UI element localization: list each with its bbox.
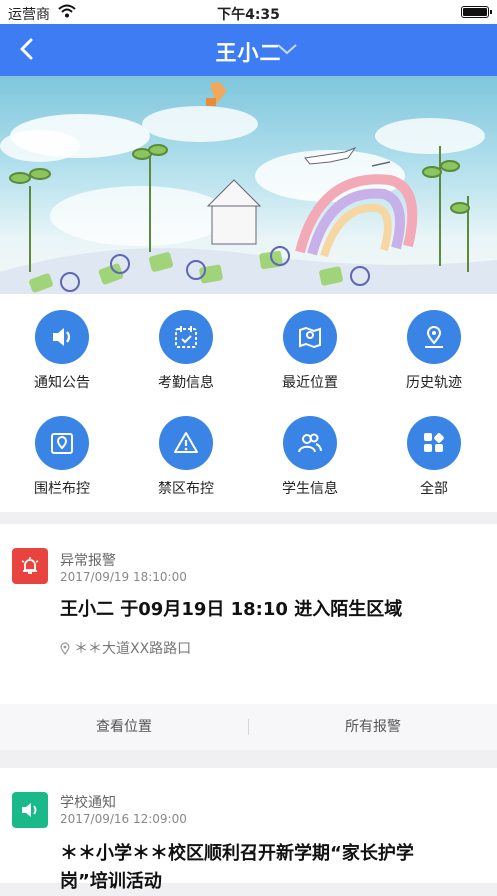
grid-label: 最近位置 bbox=[282, 375, 338, 391]
alarm-location-text: ＊＊大道XX路路口 bbox=[74, 641, 192, 657]
status-bar: 运营商 下午4:35 bbox=[0, 0, 497, 24]
view-location-button[interactable]: 查看位置 bbox=[0, 704, 248, 750]
notice-date: 2017/09/16 12:09:00 bbox=[60, 812, 187, 826]
grid-item-all[interactable]: 全部 bbox=[372, 402, 496, 502]
grid-item-student-info[interactable]: 学生信息 bbox=[248, 402, 372, 502]
grid-item-notice[interactable]: 通知公告 bbox=[0, 296, 124, 396]
grid-label: 禁区布控 bbox=[158, 481, 214, 497]
warning-icon bbox=[159, 416, 213, 470]
grid-label: 历史轨迹 bbox=[406, 375, 462, 391]
grid-item-restricted-zone[interactable]: 禁区布控 bbox=[124, 402, 248, 502]
fence-pin-icon bbox=[35, 416, 89, 470]
grid-label: 通知公告 bbox=[34, 375, 90, 391]
grid-item-fence-control[interactable]: 围栏布控 bbox=[0, 402, 124, 502]
banner-art bbox=[0, 82, 497, 294]
notice-card[interactable]: 学校通知 2017/09/16 12:09:00 ＊＊小学＊＊校区顺利召开新学期… bbox=[0, 768, 497, 892]
location-history-icon bbox=[407, 310, 461, 364]
alarm-badge bbox=[12, 548, 48, 584]
grid-label: 围栏布控 bbox=[34, 481, 90, 497]
location-pin-icon bbox=[60, 642, 70, 656]
grid-label: 全部 bbox=[420, 481, 448, 497]
function-grid: 通知公告 考勤信息 最近位置 历史轨迹 围栏布控 禁区布控 学生信息 全部 bbox=[0, 294, 497, 512]
apps-icon bbox=[407, 416, 461, 470]
speaker-icon bbox=[35, 310, 89, 364]
students-icon bbox=[283, 416, 337, 470]
alarm-action-bar: 查看位置 所有报警 bbox=[0, 704, 497, 750]
alarm-date: 2017/09/19 18:10:00 bbox=[60, 570, 187, 584]
clock: 下午4:35 bbox=[217, 7, 280, 23]
calendar-check-icon bbox=[159, 310, 213, 364]
alarm-location: ＊＊大道XX路路口 bbox=[60, 638, 191, 658]
speaker-icon bbox=[22, 803, 37, 817]
alarm-card[interactable]: 异常报警 2017/09/19 18:10:00 王小二 于09月19日 18:… bbox=[0, 524, 497, 704]
grid-item-recent-location[interactable]: 最近位置 bbox=[248, 296, 372, 396]
grid-item-attendance[interactable]: 考勤信息 bbox=[124, 296, 248, 396]
map-pin-icon bbox=[283, 310, 337, 364]
alarm-type: 异常报警 bbox=[60, 553, 116, 569]
notice-type: 学校通知 bbox=[60, 795, 116, 811]
notice-badge bbox=[12, 792, 48, 828]
alarm-bell-icon bbox=[21, 557, 39, 574]
grid-label: 考勤信息 bbox=[158, 375, 214, 391]
all-alarms-button[interactable]: 所有报警 bbox=[249, 704, 497, 750]
nav-bar: 王小二 bbox=[0, 24, 497, 76]
student-name-title[interactable]: 王小二 bbox=[216, 41, 282, 65]
battery-icon bbox=[461, 6, 492, 18]
alarm-headline: 王小二 于09月19日 18:10 进入陌生区域 bbox=[60, 599, 403, 620]
chevron-down-icon[interactable] bbox=[276, 42, 298, 56]
grid-item-history-track[interactable]: 历史轨迹 bbox=[372, 296, 496, 396]
notice-headline: ＊＊小学＊＊校区顺利召开新学期“家长护学岗”培训活动 bbox=[60, 843, 414, 892]
banner-illustration bbox=[0, 76, 497, 294]
grid-label: 学生信息 bbox=[282, 481, 338, 497]
